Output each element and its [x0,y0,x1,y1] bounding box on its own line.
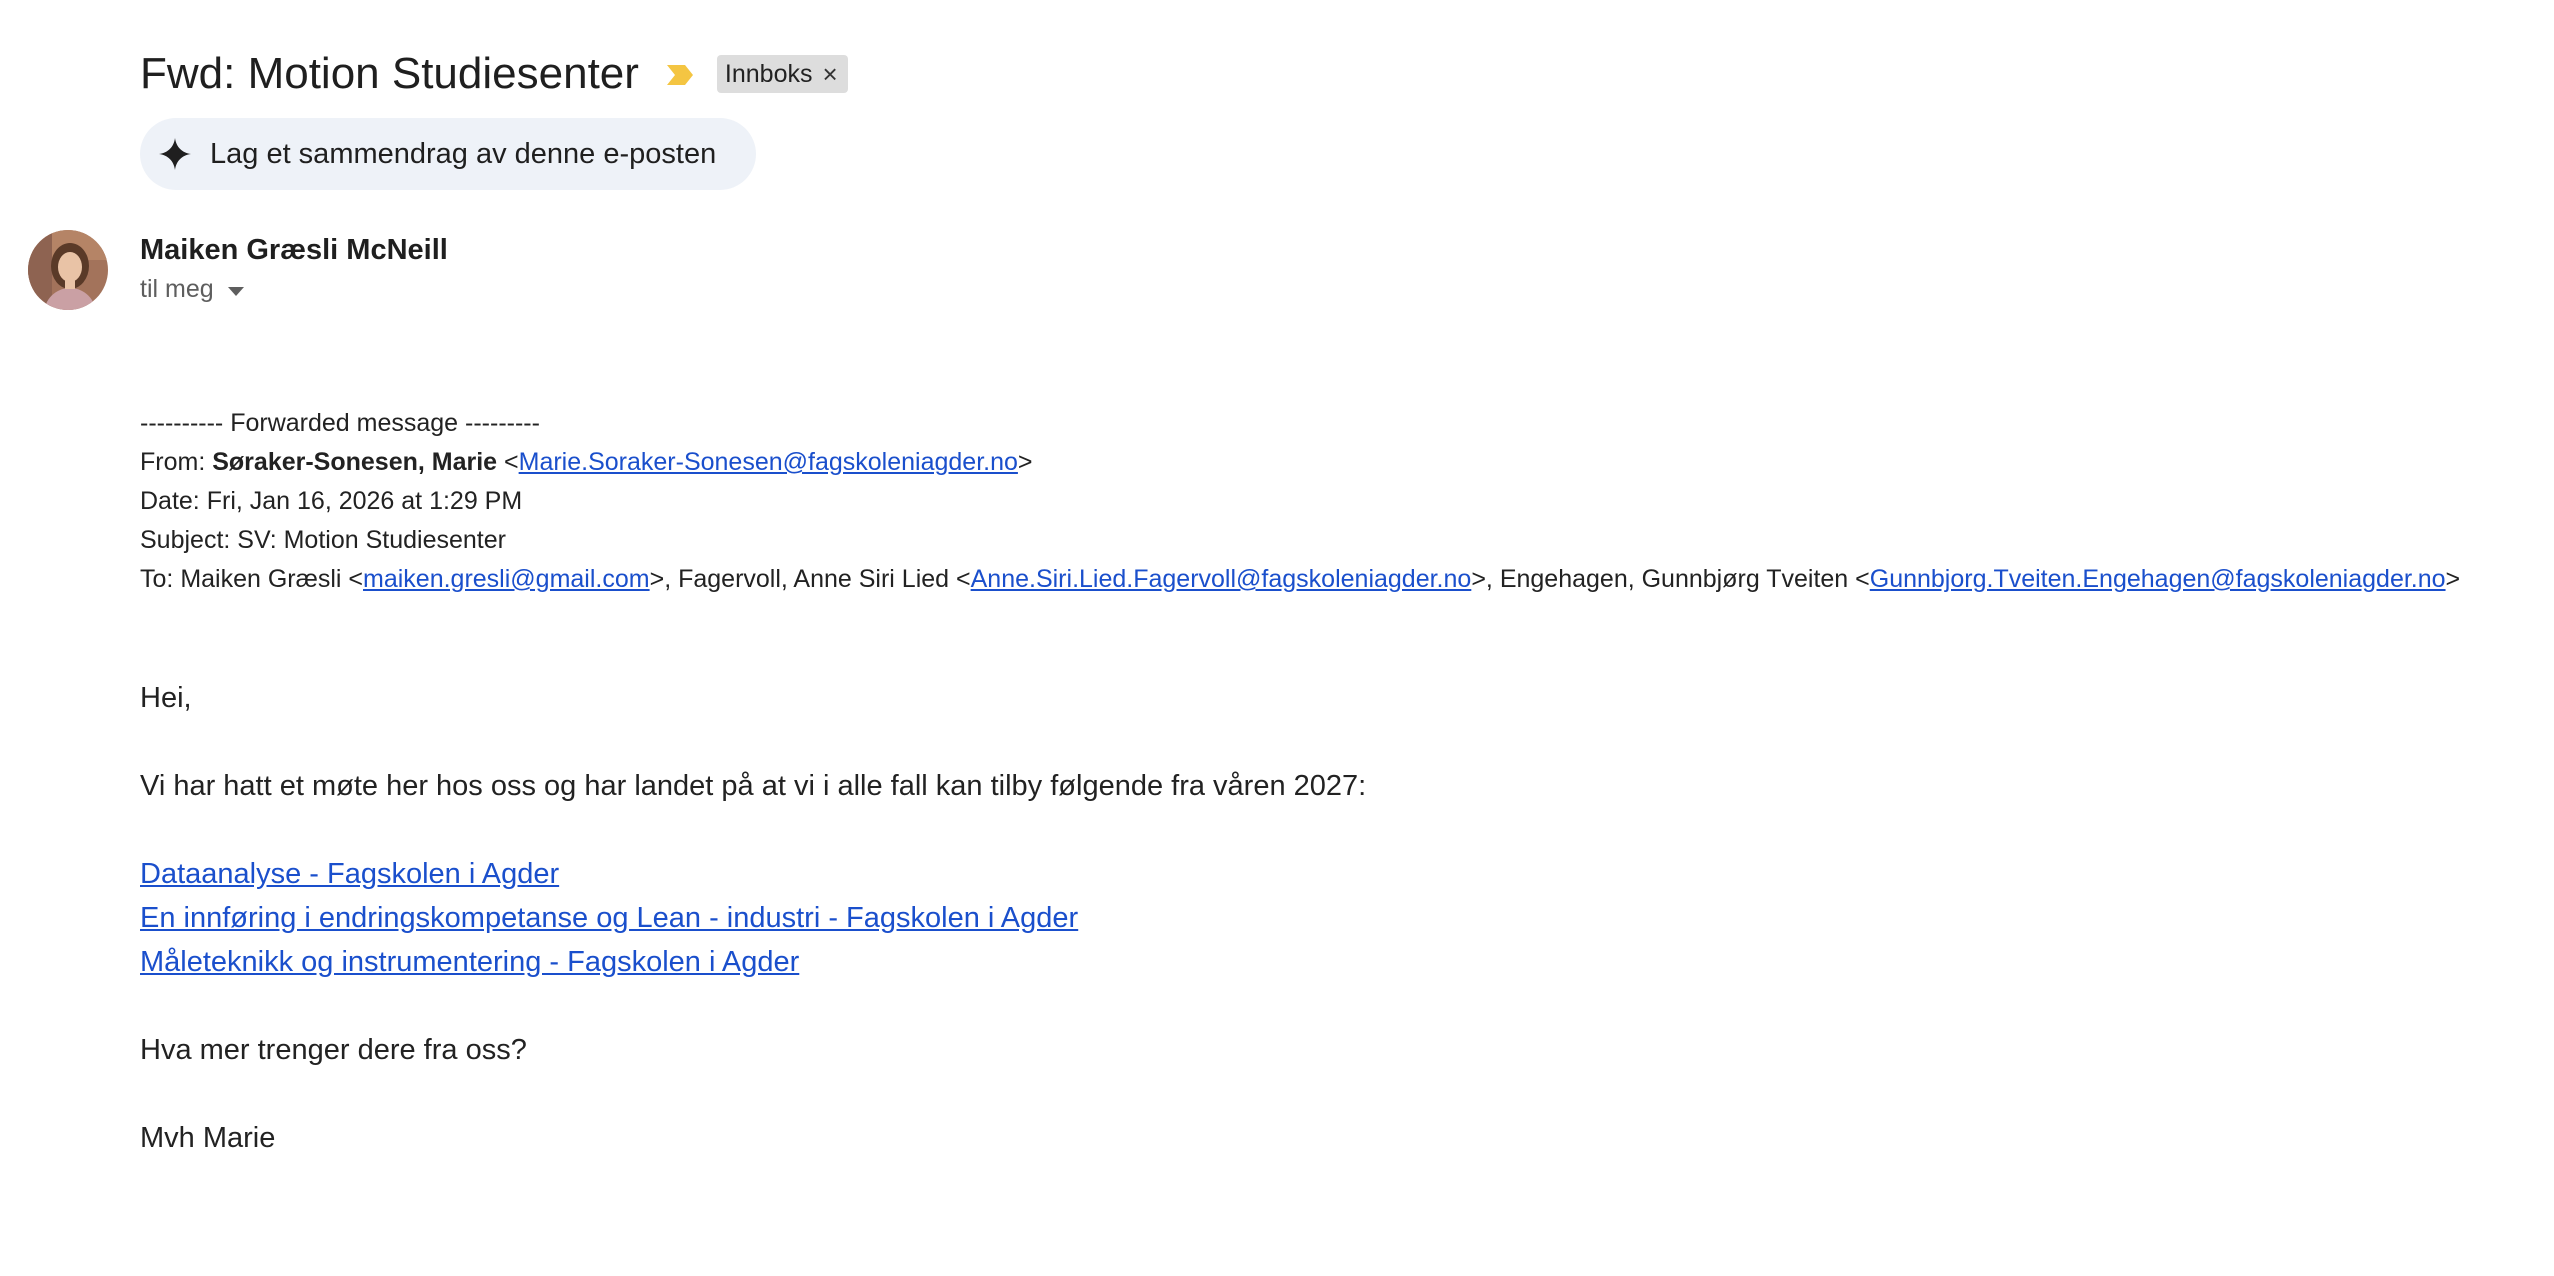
forward-subject-line: Subject: SV: Motion Studiesenter [140,521,2460,560]
from-label: From: [140,448,206,476]
dropdown-arrow-icon [227,286,244,296]
date-value: Fri, Jan 16, 2026 at 1:29 PM [206,487,523,515]
important-marker-icon[interactable] [665,63,695,87]
date-label: Date: [140,487,200,515]
label-chip-inbox: Innboks × [716,55,848,93]
message-greeting: Hei, [140,682,192,714]
email-subject: Fwd: Motion Studiesenter [140,49,639,98]
email-subject-row: Fwd: Motion Studiesenter Innboks × [140,44,848,104]
sender-avatar[interactable] [28,230,108,310]
sparkle-icon [158,137,192,171]
subject-label: Subject: [140,526,231,554]
message-question: Hva mer trenger dere fra oss? [140,1034,527,1066]
recipient-summary: til meg [140,275,214,303]
summarize-email-label: Lag et sammendrag av denne e-posten [210,137,717,170]
to-name-3: Engehagen, Gunnbjørg Tveiten [1499,565,1849,593]
to-name-2: Fagervoll, Anne Siri Lied [678,565,950,593]
course-link-list: Dataanalyse - Fagskolen i Agder En innfø… [140,852,1078,984]
forward-separator: ---------- Forwarded message --------- [140,409,540,437]
sender-name: Maiken Græsli McNeill [140,234,448,266]
subject-value: SV: Motion Studiesenter [237,526,506,554]
to-email-link-3[interactable]: Gunnbjorg.Tveiten.Engehagen@fagskoleniag… [1870,565,2446,593]
to-email-link-2[interactable]: Anne.Siri.Lied.Fagervoll@fagskoleniagder… [971,565,1472,593]
forward-date-line: Date: Fri, Jan 16, 2026 at 1:29 PM [140,482,2460,521]
course-link-maleteknikk[interactable]: Måleteknikk og instrumentering - Fagskol… [140,946,799,978]
forward-to-line: To: Maiken Græsli <maiken.gresli@gmail.c… [140,565,2461,593]
to-email-link-1[interactable]: maiken.gresli@gmail.com [363,565,650,593]
to-name-1: Maiken Græsli [180,565,342,593]
summarize-email-button[interactable]: Lag et sammendrag av denne e-posten [140,118,756,190]
forward-from-line: From: Søraker-Sonesen, Marie <Marie.Sora… [140,448,1033,476]
recipient-details-toggle[interactable]: til meg [140,272,244,306]
from-name: Søraker-Sonesen, Marie [212,448,498,476]
message-intro: Vi har hatt et møte her hos oss og har l… [140,770,1367,802]
label-chip-text: Innboks [724,59,813,88]
remove-label-icon[interactable]: × [822,61,837,87]
to-label: To: [140,565,174,593]
course-link-endringskompetanse[interactable]: En innføring i endringskompetanse og Lea… [140,902,1078,934]
from-email-link[interactable]: Marie.Soraker-Sonesen@fagskoleniagder.no [519,448,1018,476]
forwarded-header: ---------- Forwarded message --------- F… [140,404,2460,599]
course-link-dataanalyse[interactable]: Dataanalyse - Fagskolen i Agder [140,858,559,890]
message-signoff: Mvh Marie [140,1122,276,1154]
